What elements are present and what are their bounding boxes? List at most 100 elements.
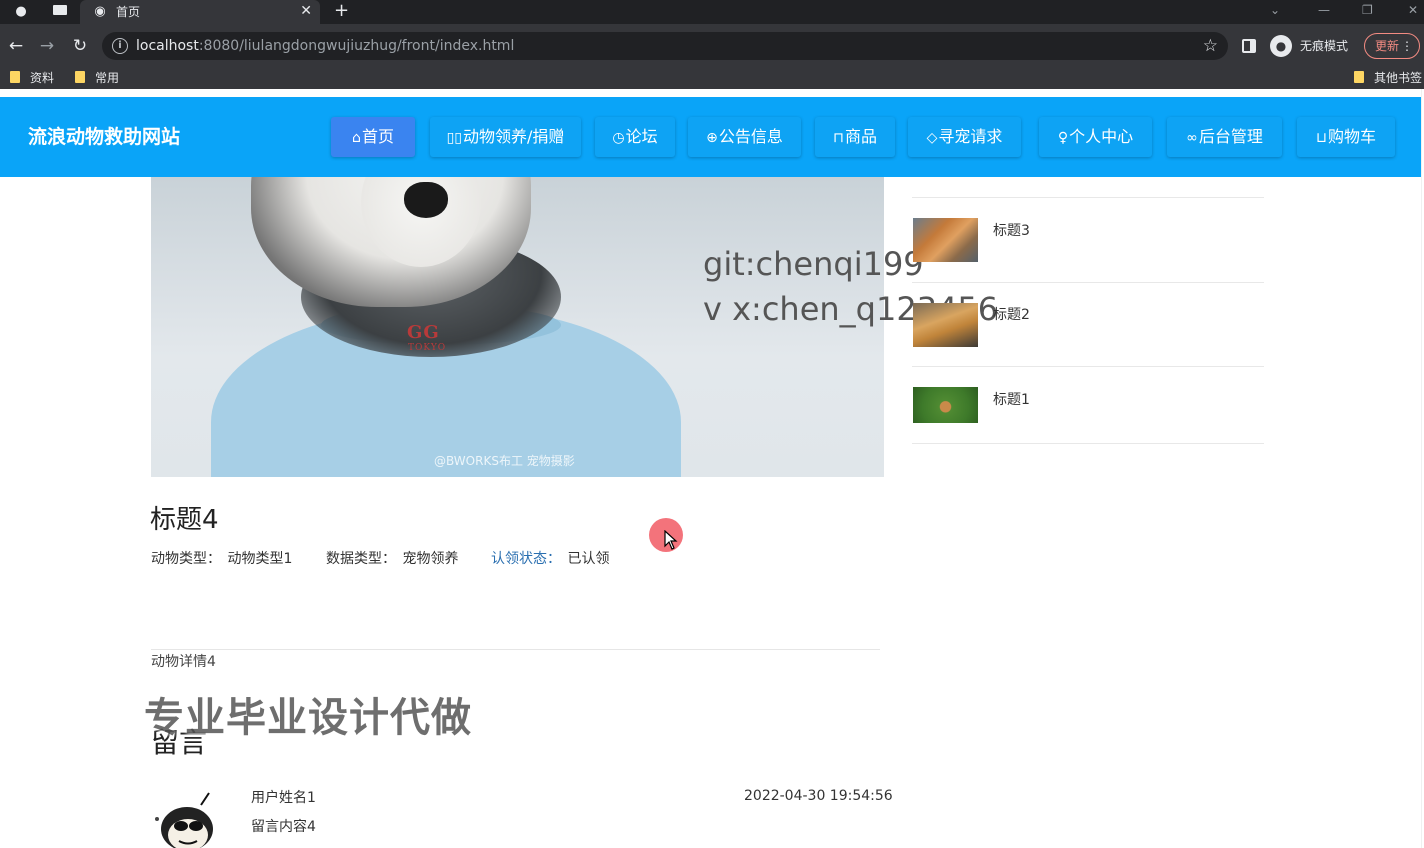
nav-cart[interactable]: ⊔购物车	[1297, 117, 1395, 157]
meta-label: 数据类型：	[326, 551, 396, 567]
folder-icon	[1354, 71, 1364, 83]
sidebar-item-title[interactable]: 标题2	[993, 306, 1030, 324]
folder-icon	[75, 71, 85, 83]
nav-label: 首页	[361, 127, 394, 146]
globe-icon: ⊕	[706, 130, 718, 146]
bookmark-label: 其他书签	[1374, 71, 1423, 85]
nav-label: 商品	[844, 127, 877, 146]
address-bar[interactable]: i localhost:8080/liulangdongwujiuzhug/fr…	[102, 32, 1228, 60]
book-icon: ⊓	[833, 130, 844, 146]
incognito-icon[interactable]: ●	[1270, 35, 1292, 57]
meta-value: 宠物领养	[402, 551, 459, 567]
back-icon[interactable]: ←	[5, 35, 27, 57]
bookmark-folder-changyong[interactable]: 常用	[75, 70, 119, 87]
bookmark-folder-other[interactable]: 其他书签	[1354, 70, 1422, 87]
detail-title: 标题4	[150, 505, 219, 535]
meta-adopt-status: 认领状态： 已认领	[491, 549, 609, 569]
tab-title: 首页	[116, 5, 141, 19]
nav-admin[interactable]: ∞后台管理	[1167, 117, 1282, 157]
comment-username: 用户姓名1	[251, 790, 316, 806]
tag-icon: ◇	[926, 130, 938, 146]
nav-forum[interactable]: ◷论坛	[595, 117, 675, 157]
watermark-banner: 专业毕业设计代做	[144, 695, 472, 741]
nav-home[interactable]: ⌂首页	[331, 117, 415, 157]
nav-announcements[interactable]: ⊕公告信息	[688, 117, 801, 157]
detail-divider	[151, 649, 880, 650]
nav-pet-search[interactable]: ◇寻宠请求	[908, 117, 1021, 157]
meta-label: 认领状态：	[491, 551, 561, 567]
site-header: 流浪动物救助网站 ⌂首页 ▯▯动物领养/捐赠 ◷论坛 ⊕公告信息 ⊓商品 ◇寻宠…	[0, 97, 1421, 177]
photo-credit: @BWORKS布工 宠物摄影	[434, 454, 575, 468]
folder-icon	[10, 71, 20, 83]
bookmark-label: 常用	[95, 71, 120, 85]
forward-icon[interactable]: →	[36, 35, 58, 57]
meta-data-type: 数据类型： 宠物领养	[326, 549, 458, 569]
home-icon: ⌂	[352, 130, 361, 146]
sidebar-item[interactable]: 标题1	[912, 367, 1264, 444]
nav-label: 购物车	[1327, 127, 1376, 146]
bookmark-folder-ziliao[interactable]: 资料	[10, 70, 54, 87]
update-label: 更新	[1375, 39, 1400, 53]
link-icon: ∞	[1186, 130, 1198, 146]
dog-nose	[404, 182, 448, 218]
meta-value: 动物类型1	[227, 551, 293, 567]
url-host: localhost	[136, 38, 199, 54]
nav-label: 寻宠请求	[938, 127, 1003, 146]
comment-time: 2022-04-30 19:54:56	[744, 788, 893, 804]
tab-list-chevron-icon[interactable]: ⌄	[1270, 2, 1280, 18]
avatar	[151, 791, 219, 848]
sidebar-thumbnail[interactable]	[913, 303, 978, 347]
site-info-icon[interactable]: i	[112, 38, 128, 54]
cart-icon: ⊔	[1316, 130, 1327, 146]
tab-search-icon[interactable]	[52, 4, 68, 20]
nav-label: 公告信息	[718, 127, 783, 146]
animal-description: 动物详情4	[151, 654, 216, 670]
meta-animal-type: 动物类型： 动物类型1	[151, 549, 292, 569]
new-tab-icon[interactable]: +	[334, 0, 349, 22]
shirt-sub: TOKYO	[408, 343, 447, 353]
sidebar-item-title[interactable]: 标题3	[993, 222, 1030, 240]
url-text[interactable]: localhost:8080/liulangdongwujiuzhug/fron…	[136, 37, 514, 55]
sidebar-item[interactable]: 标题3	[912, 198, 1264, 283]
bookmark-label: 资料	[30, 71, 55, 85]
nav-label: 动物领养/捐赠	[463, 127, 565, 146]
browser-toolbar: ← → ↻ i localhost:8080/liulangdongwujiuz…	[0, 24, 1424, 68]
columns-icon: ▯▯	[446, 130, 462, 146]
menu-dots-icon[interactable]: ⋮	[1401, 34, 1413, 58]
sidebar-thumbnail[interactable]	[913, 218, 978, 262]
web-page: 流浪动物救助网站 ⌂首页 ▯▯动物领养/捐赠 ◷论坛 ⊕公告信息 ⊓商品 ◇寻宠…	[0, 89, 1424, 848]
tab-close-icon[interactable]: ✕	[300, 2, 312, 20]
nav-label: 论坛	[625, 127, 658, 146]
user-icon: ♀	[1057, 130, 1069, 146]
browser-tab-active[interactable]: ◉ 首页 ✕	[80, 0, 320, 24]
nav-goods[interactable]: ⊓商品	[815, 117, 895, 157]
mouse-cursor-icon	[664, 530, 678, 550]
nav-personal-center[interactable]: ♀个人中心	[1039, 117, 1152, 157]
bookmark-star-icon[interactable]: ☆	[1203, 35, 1218, 57]
minimize-icon[interactable]: —	[1318, 2, 1330, 18]
url-path: :8080/liulangdongwujiuzhug/front/index.h…	[198, 38, 515, 54]
nav-label: 后台管理	[1198, 127, 1263, 146]
comment-content: 留言内容4	[251, 819, 316, 835]
tab-favicon-icon: ◉	[94, 4, 106, 19]
close-window-icon[interactable]: ✕	[1408, 2, 1418, 18]
watermark-line-1: git:chenqi199	[703, 245, 924, 283]
side-panel-icon[interactable]	[1242, 39, 1256, 53]
shirt-logo: GG	[407, 322, 440, 343]
sidebar-item[interactable]: 标题2	[912, 283, 1264, 367]
browser-globe-icon[interactable]: ●	[13, 4, 29, 20]
meta-label: 动物类型：	[151, 551, 221, 567]
nav-adopt-donate[interactable]: ▯▯动物领养/捐赠	[430, 117, 581, 157]
site-title[interactable]: 流浪动物救助网站	[28, 124, 180, 150]
sidebar-item-title[interactable]: 标题1	[993, 391, 1030, 409]
update-button[interactable]: 更新 ⋮	[1364, 33, 1420, 59]
browser-tabbar: ● ◉ 首页 ✕ + ⌄ — ❐ ✕	[0, 0, 1424, 24]
incognito-label: 无痕模式	[1300, 39, 1349, 53]
restore-icon[interactable]: ❐	[1362, 2, 1373, 18]
meta-value: 已认领	[567, 551, 610, 567]
clock-icon: ◷	[612, 130, 625, 146]
bookmarks-bar: 资料 常用 其他书签	[0, 68, 1424, 89]
sidebar-thumbnail[interactable]	[913, 387, 978, 423]
nav-label: 个人中心	[1069, 127, 1134, 146]
reload-icon[interactable]: ↻	[69, 35, 91, 57]
